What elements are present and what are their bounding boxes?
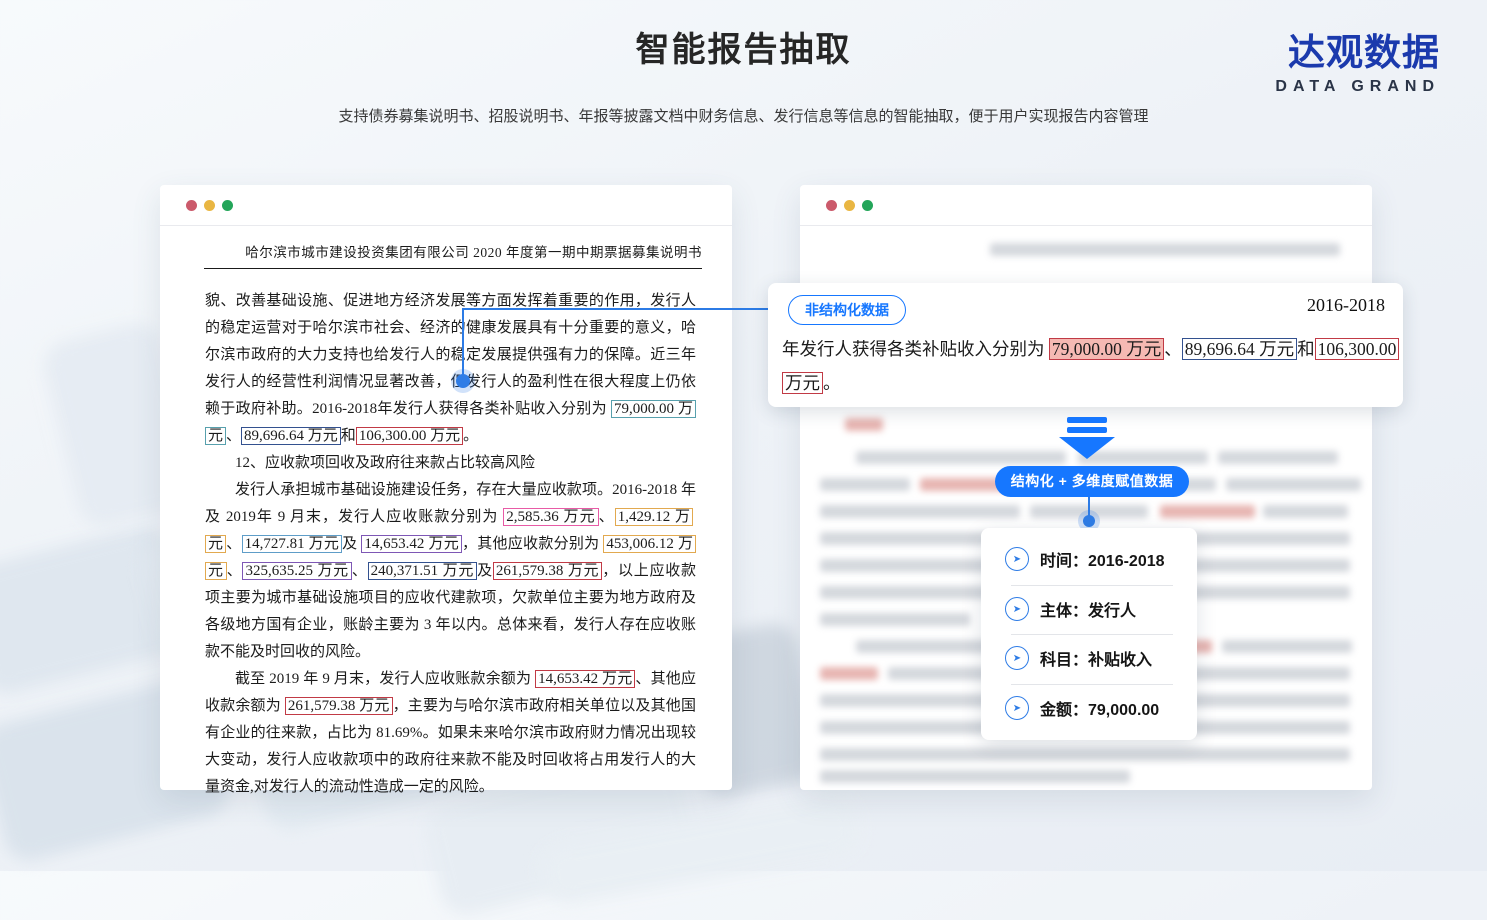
page-subtitle: 支持债券募集说明书、招股说明书、年报等披露文档中财务信息、发行信息等信息的智能抽… <box>0 105 1487 126</box>
logo-cn-text: 达观数据 <box>1275 32 1440 75</box>
structured-data-badge: 结构化 + 多维度赋值数据 <box>995 466 1189 497</box>
badge-connector-line <box>1088 497 1090 516</box>
text-run: 和 <box>341 428 356 444</box>
datagrand-logo: 达观数据 DATA GRAND <box>1275 32 1440 96</box>
card-row-amount: ➤ 金额：79,000.00 <box>1005 696 1181 720</box>
unstructured-data-callout: 非结构化数据 2016-2018 年发行人获得各类补贴收入分别为 79,000.… <box>768 283 1403 407</box>
card-row-text: 时间：2016-2018 <box>1040 547 1165 571</box>
highlighted-value: 79,000.00 万元 <box>1049 338 1164 360</box>
card-row-subject: ➤ 主体：发行人 <box>1005 597 1181 621</box>
source-document-window: 哈尔滨市城市建设投资集团有限公司 2020 年度第一期中期票据募集说明书 貌、改… <box>160 185 732 790</box>
year-range-label: 2016-2018 <box>1307 295 1385 316</box>
anchor-dot-icon <box>456 374 470 388</box>
highlighted-value: 万元 <box>782 372 823 394</box>
window-titlebar <box>160 185 732 226</box>
blurred-text-line <box>820 748 1350 761</box>
blurred-text-line <box>845 418 883 431</box>
blurred-text-line <box>820 770 1130 783</box>
divider <box>1011 585 1173 586</box>
paragraph: 貌、改善基础设施、促进地方经济发展等方面发挥着重要的作用，发行人的稳定运营对于哈… <box>205 288 696 450</box>
text-run: 和 <box>1297 339 1315 359</box>
window-close-icon <box>826 200 837 211</box>
text-run: 、 <box>226 536 241 552</box>
text-run: 、 <box>227 563 243 579</box>
highlighted-value: 89,696.64 万元 <box>1182 338 1297 360</box>
highlighted-value: 14,727.81 万元 <box>242 535 343 553</box>
window-close-icon <box>186 200 197 211</box>
section-heading: 12、应收款项回收及政府往来款占比较高风险 <box>205 450 696 477</box>
card-row-text: 主体：发行人 <box>1040 597 1136 621</box>
document-content: 哈尔滨市城市建设投资集团有限公司 2020 年度第一期中期票据募集说明书 貌、改… <box>204 241 702 801</box>
connector-line-horizontal <box>462 308 788 310</box>
text-run: 截至 2019 年 9 月末，发行人应收账款余额为 <box>235 671 535 687</box>
extracted-sentence: 年发行人获得各类补贴收入分别为 79,000.00 万元、89,696.64 万… <box>782 332 1399 400</box>
page-title: 智能报告抽取 <box>0 22 1487 71</box>
arrow-circle-icon: ➤ <box>1005 547 1029 571</box>
highlighted-value: 325,635.25 万元 <box>242 562 351 580</box>
blurred-text-line <box>990 243 1340 256</box>
text-run: 年发行人获得各类补贴收入分别为 <box>782 339 1049 359</box>
divider <box>1011 634 1173 635</box>
highlighted-value: 2,585.36 万元 <box>503 508 598 526</box>
text-run: 、 <box>599 509 615 525</box>
text-run: 及 <box>477 563 493 579</box>
logo-en-text: DATA GRAND <box>1275 78 1440 96</box>
window-minimize-icon <box>204 200 215 211</box>
card-row-text: 科目：补贴收入 <box>1040 646 1152 670</box>
window-maximize-icon <box>862 200 873 211</box>
highlighted-value: 106,300.00 <box>1315 338 1400 360</box>
text-run: 、 <box>226 428 241 444</box>
arrow-circle-icon: ➤ <box>1005 646 1029 670</box>
anchor-dot-icon <box>1083 515 1095 527</box>
highlighted-value: 106,300.00 万元 <box>356 427 463 445</box>
highlighted-value: 261,579.38 万元 <box>493 562 602 580</box>
highlighted-value: 14,653.42 万元 <box>535 670 635 688</box>
highlighted-value: 240,371.51 万元 <box>368 562 477 580</box>
structured-data-card: ➤ 时间：2016-2018 ➤ 主体：发行人 ➤ 科目：补贴收入 ➤ 金额：7… <box>981 528 1197 740</box>
document-body: 貌、改善基础设施、促进地方经济发展等方面发挥着重要的作用，发行人的稳定运营对于哈… <box>205 288 696 801</box>
text-run: 貌、改善基础设施、促进地方经济发展等方面发挥着重要的作用，发行人的稳定运营对于哈… <box>205 293 696 417</box>
window-maximize-icon <box>222 200 233 211</box>
highlighted-value: 261,579.38 万元 <box>285 697 393 715</box>
paragraph: 发行人承担城市基础设施建设任务，存在大量应收款项。2016-2018 年及 20… <box>205 477 696 666</box>
arrow-circle-icon: ➤ <box>1005 696 1029 720</box>
paragraph: 截至 2019 年 9 月末，发行人应收账款余额为 14,653.42 万元、其… <box>205 666 696 801</box>
text-run: 。 <box>463 428 478 444</box>
extracted-sentence-line2: 万元。 <box>782 366 1399 400</box>
transform-arrow-icon <box>1059 417 1115 459</box>
text-run: ，其他应收款分别为 <box>462 536 603 552</box>
card-row-text: 金额：79,000.00 <box>1040 696 1159 720</box>
window-minimize-icon <box>844 200 855 211</box>
highlighted-value: 89,696.64 万元 <box>241 427 341 445</box>
text-run: 、 <box>352 563 368 579</box>
highlighted-value: 14,653.42 万元 <box>361 535 462 553</box>
card-row-account: ➤ 科目：补贴收入 <box>1005 646 1181 670</box>
document-header: 哈尔滨市城市建设投资集团有限公司 2020 年度第一期中期票据募集说明书 <box>204 241 702 269</box>
connector-line-vertical <box>462 309 464 381</box>
text-run: 、 <box>1164 339 1182 359</box>
arrow-circle-icon: ➤ <box>1005 597 1029 621</box>
extracted-sentence-line1: 年发行人获得各类补贴收入分别为 79,000.00 万元、89,696.64 万… <box>782 332 1399 366</box>
text-run: 及 <box>342 536 361 552</box>
card-row-time: ➤ 时间：2016-2018 <box>1005 547 1181 571</box>
divider <box>1011 684 1173 685</box>
unstructured-data-badge: 非结构化数据 <box>788 295 906 325</box>
text-run: 。 <box>823 373 841 393</box>
blurred-text-line <box>820 613 970 626</box>
window-titlebar <box>800 185 1372 226</box>
